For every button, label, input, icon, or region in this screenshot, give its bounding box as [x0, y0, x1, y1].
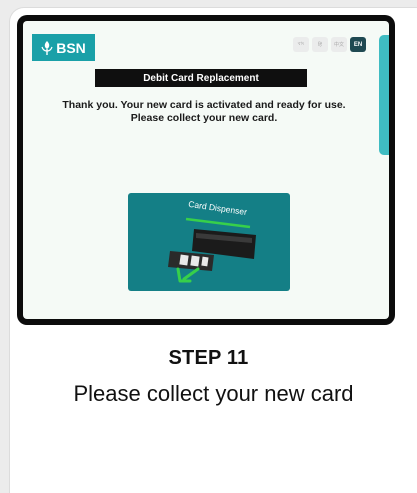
arrow-down-left-icon — [176, 267, 200, 283]
message-line-2: Please collect your new card. — [130, 111, 278, 124]
lang-option-hindi[interactable]: हिं — [312, 37, 328, 52]
confirmation-message: Thank you. Your new card is activated an… — [41, 99, 367, 124]
dispenser-label: Card Dispenser — [188, 199, 248, 217]
lang-option-bengali[interactable]: বাং — [293, 37, 309, 52]
side-accent-bar — [379, 35, 389, 155]
kiosk-screen: BSN বাং हिं 中文 EN Debit Card Replacement… — [23, 21, 389, 319]
card-dispenser-illustration: Card Dispenser — [128, 193, 290, 291]
screen-title: Debit Card Replacement — [95, 69, 307, 87]
lang-option-chinese[interactable]: 中文 — [331, 37, 347, 52]
kiosk-screen-frame: BSN বাং हिं 中文 EN Debit Card Replacement… — [17, 15, 395, 325]
language-selector: বাং हिं 中文 EN — [293, 37, 366, 52]
dispenser-underline — [185, 217, 251, 229]
step-description: Please collect your new card — [73, 381, 354, 406]
brand-name: BSN — [56, 39, 86, 56]
step-number: STEP 11 — [168, 347, 249, 369]
card-slot-icon — [168, 229, 256, 271]
message-line-1: Thank you. Your new card is activated an… — [62, 99, 346, 111]
card-dispenser-graphic: Card Dispenser — [168, 199, 256, 283]
bsn-logo-icon — [41, 40, 53, 55]
lang-option-english[interactable]: EN — [350, 37, 366, 52]
bsn-logo: BSN — [32, 34, 95, 61]
